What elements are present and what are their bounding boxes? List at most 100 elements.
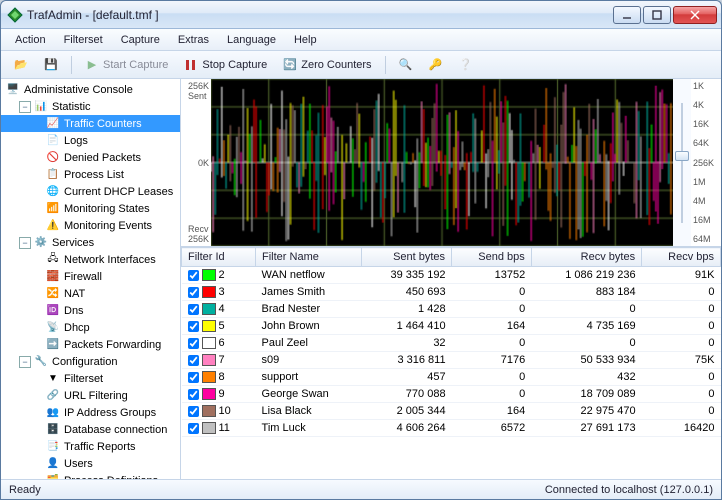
tree-traffic-reports[interactable]: 📑Traffic Reports — [1, 438, 180, 455]
sent-bytes: 1 464 410 — [362, 318, 452, 335]
nat-icon: 🔀 — [45, 286, 61, 302]
table-row[interactable]: 3James Smith450 6930883 1840 — [182, 284, 721, 301]
tree-services[interactable]: −⚙️Services — [1, 234, 180, 251]
table-row[interactable]: 11Tim Luck4 606 264657227 691 17316420 — [182, 420, 721, 437]
row-checkbox[interactable] — [188, 321, 199, 332]
tree-firewall[interactable]: 🧱Firewall — [1, 268, 180, 285]
tree-nat[interactable]: 🔀NAT — [1, 285, 180, 302]
table-row[interactable]: 8support45704320 — [182, 369, 721, 386]
minimize-button[interactable] — [613, 6, 641, 24]
row-checkbox[interactable] — [188, 338, 199, 349]
menu-extras[interactable]: Extras — [170, 32, 217, 48]
menu-help[interactable]: Help — [286, 32, 325, 48]
maximize-button[interactable] — [643, 6, 671, 24]
recv-bps: 0 — [642, 335, 721, 352]
sent-bytes: 457 — [362, 369, 452, 386]
filter-id: 4 — [219, 303, 225, 315]
tree-root[interactable]: 🖥️Administative Console — [1, 81, 180, 98]
save-button[interactable]: 💾 — [37, 55, 65, 75]
menu-action[interactable]: Action — [7, 32, 54, 48]
slider-thumb[interactable] — [675, 151, 689, 161]
tree-traffic-counters[interactable]: 📈Traffic Counters — [1, 115, 180, 132]
tree-sidebar[interactable]: 🖥️Administative Console −📊Statistic 📈Tra… — [1, 79, 181, 479]
tree-dns[interactable]: 🆔Dns — [1, 302, 180, 319]
tree-url-filtering[interactable]: 🔗URL Filtering — [1, 387, 180, 404]
col-send-bps[interactable]: Send bps — [452, 248, 532, 267]
tree-dhcp-leases[interactable]: 🌐Current DHCP Leases — [1, 183, 180, 200]
menu-language[interactable]: Language — [219, 32, 284, 48]
tree-monitoring-states[interactable]: 📶Monitoring States — [1, 200, 180, 217]
recv-bps: 91K — [642, 267, 721, 284]
menu-capture[interactable]: Capture — [113, 32, 168, 48]
nic-icon: 🖧 — [45, 252, 61, 268]
tree-denied-packets[interactable]: 🚫Denied Packets — [1, 149, 180, 166]
row-checkbox[interactable] — [188, 372, 199, 383]
tree-packets-forwarding[interactable]: ➡️Packets Forwarding — [1, 336, 180, 353]
folder-open-icon: 📂 — [14, 58, 28, 72]
tree-process-list[interactable]: 📋Process List — [1, 166, 180, 183]
row-checkbox[interactable] — [188, 389, 199, 400]
row-checkbox[interactable] — [188, 423, 199, 434]
tree-logs[interactable]: 📄Logs — [1, 132, 180, 149]
table-row[interactable]: 9George Swan770 088018 709 0890 — [182, 386, 721, 403]
tree-process-definitions[interactable]: 🗂️Process Definitions — [1, 472, 180, 479]
tool-key-button[interactable]: 🔑 — [422, 55, 450, 75]
tree-filterset[interactable]: ▼Filterset — [1, 370, 180, 387]
table-row[interactable]: 5John Brown1 464 4101644 735 1690 — [182, 318, 721, 335]
row-checkbox[interactable] — [188, 355, 199, 366]
col-filter-id[interactable]: Filter Id — [182, 248, 256, 267]
table-row[interactable]: 2WAN netflow39 335 192137521 086 219 236… — [182, 267, 721, 284]
zero-counters-button[interactable]: 🔄 Zero Counters — [276, 55, 378, 75]
key-icon: 🔑 — [429, 58, 443, 72]
filter-name: James Smith — [256, 284, 362, 301]
table-row[interactable]: 7s093 316 811717650 533 93475K — [182, 352, 721, 369]
filters-table-wrap[interactable]: Filter Id Filter Name Sent bytes Send bp… — [181, 247, 721, 479]
stop-capture-button[interactable]: Stop Capture — [177, 55, 274, 75]
menu-filterset[interactable]: Filterset — [56, 32, 111, 48]
log-icon: 📄 — [45, 133, 61, 149]
send-bps: 164 — [452, 318, 532, 335]
collapse-icon[interactable]: − — [19, 101, 31, 113]
table-row[interactable]: 10Lisa Black2 005 34416422 975 4700 — [182, 403, 721, 420]
database-icon: 🗄️ — [45, 422, 61, 438]
row-checkbox[interactable] — [188, 287, 199, 298]
tool-help-button[interactable]: ❔ — [452, 55, 480, 75]
filter-id: 8 — [219, 371, 225, 383]
tree-users[interactable]: 👤Users — [1, 455, 180, 472]
tool-search-button[interactable]: 🔍 — [392, 55, 420, 75]
traffic-chart: 256KSent 0K Recv256K 16:58:00 16:54:40 1… — [181, 79, 721, 247]
recv-bytes: 0 — [531, 335, 641, 352]
collapse-icon[interactable]: − — [19, 237, 31, 249]
tree-network-interfaces[interactable]: 🖧Network Interfaces — [1, 251, 180, 268]
recv-bps: 0 — [642, 403, 721, 420]
close-button[interactable] — [673, 6, 717, 24]
table-row[interactable]: 6Paul Zeel32000 — [182, 335, 721, 352]
col-filter-name[interactable]: Filter Name — [256, 248, 362, 267]
row-checkbox[interactable] — [188, 406, 199, 417]
sent-bytes: 2 005 344 — [362, 403, 452, 420]
color-swatch — [202, 371, 216, 383]
tree-dhcp[interactable]: 📡Dhcp — [1, 319, 180, 336]
chart-scale-slider[interactable] — [674, 103, 690, 223]
tree-statistic[interactable]: −📊Statistic — [1, 98, 180, 115]
row-checkbox[interactable] — [188, 270, 199, 281]
col-recv-bps[interactable]: Recv bps — [642, 248, 721, 267]
col-recv-bytes[interactable]: Recv bytes — [531, 248, 641, 267]
filter-name: John Brown — [256, 318, 362, 335]
col-sent-bytes[interactable]: Sent bytes — [362, 248, 452, 267]
table-row[interactable]: 4Brad Nester1 428000 — [182, 301, 721, 318]
tree-database-connection[interactable]: 🗄️Database connection — [1, 421, 180, 438]
filter-id: 9 — [219, 388, 225, 400]
titlebar: TrafAdmin - [default.tmf ] — [1, 1, 721, 29]
row-checkbox[interactable] — [188, 304, 199, 315]
tree-ip-address-groups[interactable]: 👥IP Address Groups — [1, 404, 180, 421]
list-icon: 📋 — [45, 167, 61, 183]
state-icon: 📶 — [45, 201, 61, 217]
pause-icon — [184, 58, 198, 72]
tree-configuration[interactable]: −🔧Configuration — [1, 353, 180, 370]
recv-bps: 16420 — [642, 420, 721, 437]
open-button[interactable]: 📂 — [7, 55, 35, 75]
tree-monitoring-events[interactable]: ⚠️Monitoring Events — [1, 217, 180, 234]
start-capture-button[interactable]: ▶ Start Capture — [78, 55, 175, 75]
collapse-icon[interactable]: − — [19, 356, 31, 368]
